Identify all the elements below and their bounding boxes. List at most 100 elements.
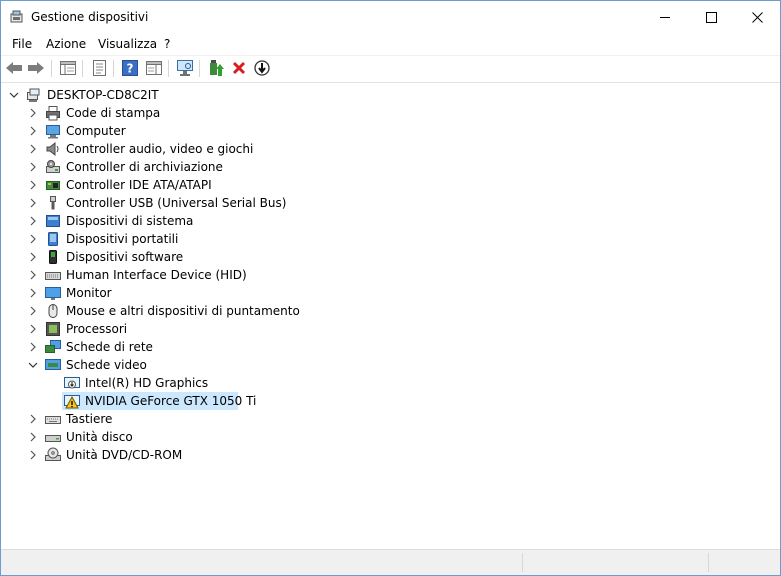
tree-item-label: NVIDIA GeForce GTX 1050 Ti bbox=[85, 394, 257, 408]
tree-item-label: Controller audio, video e giochi bbox=[66, 142, 254, 156]
scan-hardware-icon bbox=[177, 60, 193, 76]
portable-device-icon bbox=[45, 231, 61, 247]
tree-item-label: Monitor bbox=[66, 286, 112, 300]
chevron-right-icon[interactable] bbox=[27, 125, 39, 137]
menu-visualizza[interactable]: Visualizza bbox=[97, 36, 158, 52]
chevron-right-icon[interactable] bbox=[27, 179, 39, 191]
chevron-right-icon[interactable] bbox=[27, 431, 39, 443]
chevron-right-icon[interactable] bbox=[27, 269, 39, 281]
chevron-right-icon[interactable] bbox=[27, 413, 39, 425]
disk-drive-icon bbox=[45, 429, 61, 445]
device-manager-window: Gestione dispositivi File Azione Visuali… bbox=[0, 0, 781, 576]
forward-button[interactable] bbox=[26, 58, 46, 78]
tree-item-schede-rete[interactable]: Schede di rete bbox=[1, 338, 780, 356]
tree-item-controller-ide[interactable]: Controller IDE ATA/ATAPI bbox=[1, 176, 780, 194]
chevron-right-icon[interactable] bbox=[27, 215, 39, 227]
update-driver-button[interactable] bbox=[206, 58, 226, 78]
tree-root-label: DESKTOP-CD8C2IT bbox=[47, 88, 159, 102]
tree-item-label: Mouse e altri dispositivi di puntamento bbox=[66, 304, 300, 318]
toolbar: ? bbox=[1, 56, 780, 81]
tree-item-controller-archiviazione[interactable]: Controller di archiviazione bbox=[1, 158, 780, 176]
chevron-right-icon[interactable] bbox=[27, 143, 39, 155]
chevron-right-icon[interactable] bbox=[27, 341, 39, 353]
tree-item-label: Schede video bbox=[66, 358, 147, 372]
system-devices-icon bbox=[45, 213, 61, 229]
properties-icon bbox=[93, 60, 106, 76]
tree-item-computer[interactable]: Computer bbox=[1, 122, 780, 140]
tree-item-mouse[interactable]: Mouse e altri dispositivi di puntamento bbox=[1, 302, 780, 320]
help-button[interactable]: ? bbox=[120, 58, 140, 78]
tree-item-dispositivi-sistema[interactable]: Dispositivi di sistema bbox=[1, 212, 780, 230]
chevron-right-icon[interactable] bbox=[27, 161, 39, 173]
maximize-icon bbox=[705, 11, 717, 23]
chevron-right-icon[interactable] bbox=[27, 323, 39, 335]
tree-item-label: Dispositivi software bbox=[66, 250, 184, 264]
dvd-drive-icon bbox=[45, 447, 61, 463]
back-button[interactable] bbox=[4, 58, 24, 78]
help-icon: ? bbox=[122, 60, 138, 76]
computer-icon bbox=[45, 123, 61, 139]
chevron-down-icon[interactable] bbox=[27, 359, 39, 371]
ide-controller-icon bbox=[45, 177, 61, 193]
chevron-right-icon[interactable] bbox=[27, 107, 39, 119]
tree-item-label: Unità disco bbox=[66, 430, 133, 444]
tree-item-unita-disco[interactable]: Unità disco bbox=[1, 428, 780, 446]
tree-item-tastiere[interactable]: Tastiere bbox=[1, 410, 780, 428]
scan-hardware-button[interactable] bbox=[175, 58, 195, 78]
monitor-icon bbox=[45, 285, 61, 301]
tree-item-schede-video[interactable]: Schede video bbox=[1, 356, 780, 374]
tree-item-intel-hd-graphics[interactable]: Intel(R) HD Graphics bbox=[1, 374, 780, 392]
maximize-button[interactable] bbox=[688, 1, 734, 33]
tree-item-label: Human Interface Device (HID) bbox=[66, 268, 247, 282]
tree-item-unita-dvd[interactable]: Unità DVD/CD-ROM bbox=[1, 446, 780, 464]
disable-device-button[interactable] bbox=[252, 58, 272, 78]
title-bar[interactable]: Gestione dispositivi bbox=[1, 1, 780, 33]
close-button[interactable] bbox=[734, 1, 780, 33]
status-bar bbox=[1, 549, 780, 575]
menu-help[interactable]: ? bbox=[163, 36, 171, 52]
usb-icon bbox=[45, 195, 61, 211]
tree-item-label: Controller di archiviazione bbox=[66, 160, 223, 174]
computer-desktop-icon bbox=[26, 87, 42, 103]
show-hide-tree-button[interactable] bbox=[58, 58, 78, 78]
close-icon bbox=[751, 11, 763, 23]
chevron-right-icon[interactable] bbox=[27, 305, 39, 317]
chevron-down-icon[interactable] bbox=[8, 89, 20, 101]
tree-item-processori[interactable]: Processori bbox=[1, 320, 780, 338]
chevron-right-icon[interactable] bbox=[27, 197, 39, 209]
action-pane-button[interactable] bbox=[144, 58, 164, 78]
tree-item-controller-audio[interactable]: Controller audio, video e giochi bbox=[1, 140, 780, 158]
chevron-right-icon[interactable] bbox=[27, 449, 39, 461]
processor-icon bbox=[45, 321, 61, 337]
properties-button[interactable] bbox=[89, 58, 109, 78]
uninstall-device-button[interactable] bbox=[229, 58, 249, 78]
toolbar-separator bbox=[51, 60, 52, 77]
tree-item-controller-usb[interactable]: Controller USB (Universal Serial Bus) bbox=[1, 194, 780, 212]
toolbar-divider bbox=[1, 82, 780, 83]
tree-item-code-di-stampa[interactable]: Code di stampa bbox=[1, 104, 780, 122]
menu-bar: File Azione Visualizza ? bbox=[1, 34, 780, 54]
chevron-right-icon[interactable] bbox=[27, 251, 39, 263]
tree-item-dispositivi-portatili[interactable]: Dispositivi portatili bbox=[1, 230, 780, 248]
keyboard-icon bbox=[45, 411, 61, 427]
device-tree[interactable]: DESKTOP-CD8C2IT Code di stampa Computer … bbox=[1, 84, 780, 549]
disable-device-icon bbox=[254, 60, 270, 76]
status-pane bbox=[708, 553, 709, 572]
tree-item-hid[interactable]: Human Interface Device (HID) bbox=[1, 266, 780, 284]
tree-root[interactable]: DESKTOP-CD8C2IT bbox=[1, 86, 780, 104]
tree-item-dispositivi-software[interactable]: Dispositivi software bbox=[1, 248, 780, 266]
menu-file[interactable]: File bbox=[11, 36, 33, 52]
minimize-button[interactable] bbox=[642, 1, 688, 33]
hid-keyboard-icon bbox=[45, 267, 61, 283]
forward-icon bbox=[28, 62, 44, 74]
printer-icon bbox=[45, 105, 61, 121]
chevron-right-icon[interactable] bbox=[27, 287, 39, 299]
tree-item-nvidia-gtx-1050-ti[interactable]: NVIDIA GeForce GTX 1050 Ti bbox=[1, 392, 780, 410]
tree-item-label: Code di stampa bbox=[66, 106, 161, 120]
toolbar-separator bbox=[82, 60, 83, 77]
update-driver-icon bbox=[210, 60, 224, 76]
tree-item-label: Dispositivi di sistema bbox=[66, 214, 194, 228]
tree-item-monitor[interactable]: Monitor bbox=[1, 284, 780, 302]
chevron-right-icon[interactable] bbox=[27, 233, 39, 245]
menu-azione[interactable]: Azione bbox=[45, 36, 87, 52]
